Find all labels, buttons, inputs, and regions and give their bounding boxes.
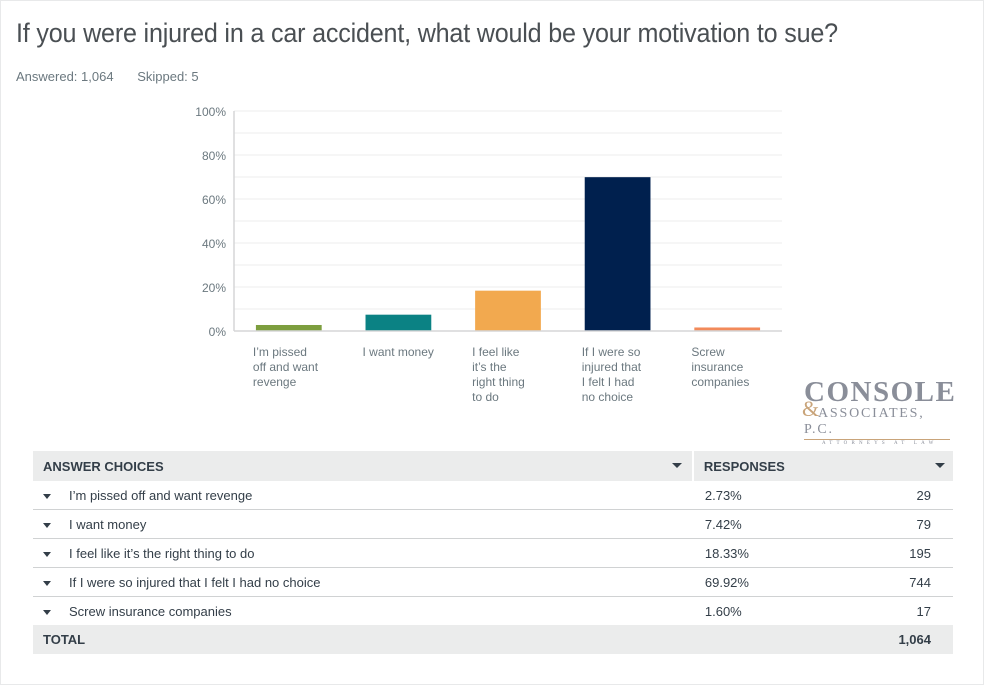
- x-tick-label: to do: [472, 390, 499, 404]
- response-count: 17: [839, 596, 953, 625]
- y-tick-label: 80%: [202, 149, 226, 163]
- x-tick-label: If I were so: [582, 345, 641, 359]
- y-tick-label: 40%: [202, 237, 226, 251]
- total-row: TOTAL 1,064: [33, 625, 953, 654]
- sort-responses-icon[interactable]: [935, 463, 945, 468]
- logo-line-1: CONSOLE: [804, 376, 957, 408]
- answer-choice-label: If I were so injured that I felt I had n…: [69, 574, 321, 590]
- answer-choice-label: Screw insurance companies: [69, 603, 232, 619]
- table-row: I want money 7.42% 79: [33, 509, 953, 539]
- response-percent: 7.42%: [692, 509, 840, 539]
- table-row: Screw insurance companies 1.60% 17: [33, 596, 953, 625]
- answer-choice-cell[interactable]: If I were so injured that I felt I had n…: [33, 567, 693, 597]
- response-count: 79: [839, 509, 953, 539]
- table-row: If I were so injured that I felt I had n…: [33, 567, 953, 597]
- x-tick-label: Screw: [691, 345, 725, 359]
- expand-caret-icon[interactable]: [43, 609, 51, 615]
- sort-answer-choices-icon[interactable]: [671, 463, 682, 468]
- total-count: 1,064: [839, 625, 953, 654]
- y-axis-ticks: 0% 20% 40% 60% 80% 100%: [195, 105, 226, 339]
- skipped-count: Skipped: 5: [137, 69, 199, 84]
- response-count: 29: [916, 487, 931, 503]
- response-summary: Answered: 1,064 Skipped: 5: [16, 69, 219, 84]
- table-row: I feel like it’s the right thing to do 18…: [33, 538, 953, 568]
- bar-4[interactable]: [584, 177, 651, 331]
- answer-choice-label: I want money: [69, 516, 147, 532]
- bar-3[interactable]: [475, 290, 541, 331]
- x-tick-label: revenge: [253, 375, 297, 389]
- y-tick-label: 0%: [209, 325, 227, 339]
- responses-header-label: RESPONSES: [703, 458, 785, 474]
- grid-lines: [234, 110, 782, 310]
- y-tick-label: 100%: [195, 105, 226, 119]
- response-percent: 1.60%: [692, 596, 840, 625]
- answer-choice-label: I feel like it’s the right thing to do: [69, 545, 255, 561]
- y-tick-label: 20%: [202, 281, 226, 295]
- x-axis-labels: I’m pissedoff and wantrevenge I want mone…: [253, 345, 749, 404]
- y-tick-label: 60%: [202, 193, 226, 207]
- answer-choice-label: I’m pissed off and want revenge: [69, 487, 253, 503]
- x-tick-label: I’m pissed: [253, 345, 307, 359]
- answer-choices-header-label: ANSWER CHOICES: [43, 458, 164, 474]
- response-percent: 18.33%: [692, 538, 840, 568]
- bars: [255, 177, 761, 331]
- bar-1[interactable]: [255, 324, 322, 331]
- responses-header[interactable]: RESPONSES: [691, 451, 953, 481]
- x-tick-label: injured that: [582, 360, 642, 374]
- answered-count: Answered: 1,064: [16, 69, 114, 84]
- x-tick-label: I feel like: [472, 345, 520, 359]
- x-tick-label: it’s the: [472, 360, 507, 374]
- total-label: TOTAL: [33, 625, 693, 654]
- answer-choices-header[interactable]: ANSWER CHOICES: [33, 451, 693, 481]
- response-percent: 69.92%: [692, 567, 840, 597]
- x-tick-label: insurance: [691, 360, 743, 374]
- table-row: I’m pissed off and want revenge 2.73% 29: [33, 481, 953, 510]
- x-tick-label: off and want: [253, 360, 319, 374]
- answer-choice-cell[interactable]: I’m pissed off and want revenge: [33, 481, 693, 510]
- logo-ampersand: &: [802, 396, 821, 421]
- expand-caret-icon[interactable]: [43, 522, 51, 528]
- bar-2[interactable]: [365, 314, 432, 331]
- expand-caret-icon[interactable]: [43, 580, 51, 586]
- expand-caret-icon[interactable]: [43, 551, 51, 557]
- logo-line-2-wrap: & ASSOCIATES, P.C.: [802, 398, 954, 438]
- x-tick-label: no choice: [582, 390, 634, 404]
- table-header-row: ANSWER CHOICES RESPONSES: [33, 451, 953, 481]
- x-tick-label: companies: [691, 375, 749, 389]
- x-tick-label: I felt I had: [582, 375, 635, 389]
- bar-chart: 0% 20% 40% 60% 80% 100% I’m pissedoff and wan…: [195, 105, 782, 404]
- response-count: 744: [839, 567, 953, 597]
- expand-caret-icon[interactable]: [43, 493, 51, 499]
- answer-choice-cell[interactable]: I want money: [33, 509, 693, 539]
- response-percent: 2.73%: [704, 487, 742, 503]
- answer-choice-cell[interactable]: Screw insurance companies: [33, 596, 693, 625]
- logo-line-2: ASSOCIATES, P.C.: [804, 406, 925, 437]
- answer-choice-cell[interactable]: I feel like it’s the right thing to do: [33, 538, 693, 568]
- response-count: 195: [839, 538, 953, 568]
- x-tick-label: I want money: [363, 345, 434, 359]
- total-empty-cell: [692, 625, 840, 654]
- responses-table: ANSWER CHOICES RESPONSES I’m pissed off …: [33, 451, 953, 654]
- question-title: If you were injured in a car accident, w…: [16, 18, 838, 48]
- logo-line-3: ATTORNEYS AT LAW: [822, 441, 938, 446]
- console-associates-logo: CONSOLE & ASSOCIATES, P.C. ATTORNEYS AT …: [802, 376, 957, 448]
- x-tick-label: right thing: [472, 375, 525, 389]
